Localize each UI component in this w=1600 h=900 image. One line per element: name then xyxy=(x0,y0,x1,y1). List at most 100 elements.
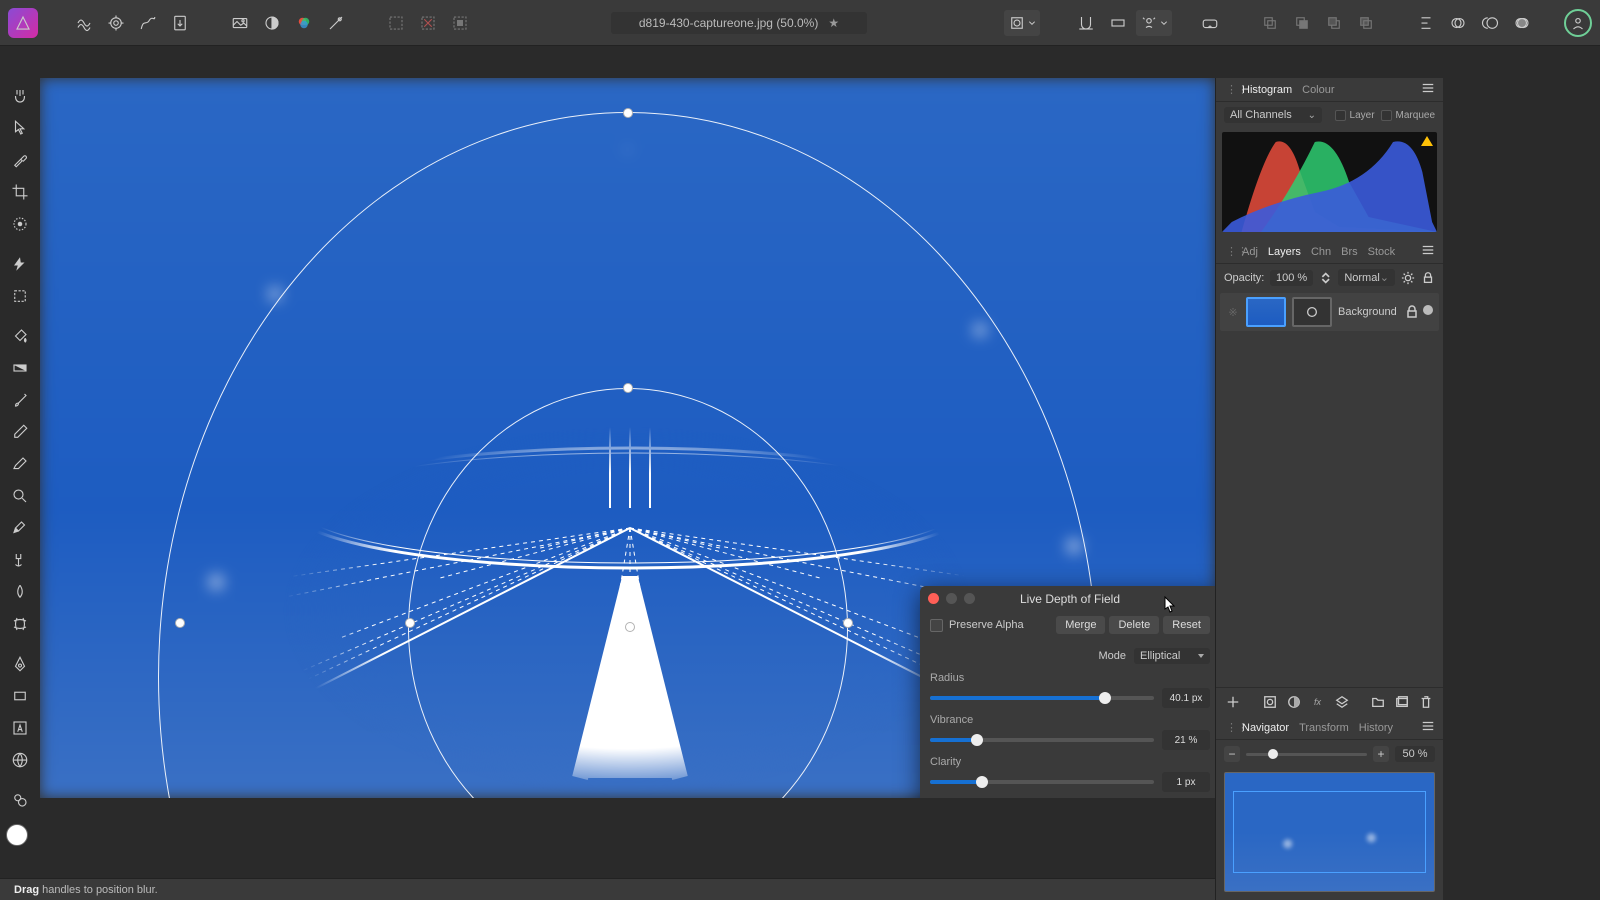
radius-slider[interactable] xyxy=(930,696,1154,700)
tab-stock[interactable]: Stock xyxy=(1368,246,1396,258)
layer-filter-thumb[interactable] xyxy=(1292,297,1332,327)
mesh-warp-tool-icon[interactable] xyxy=(5,612,35,636)
cog-icon[interactable] xyxy=(1401,271,1415,285)
panel-menu-icon[interactable] xyxy=(1421,81,1435,98)
crop-tool-icon[interactable] xyxy=(5,180,35,204)
pixel-tool-icon[interactable] xyxy=(5,420,35,444)
zoom-slider[interactable] xyxy=(1246,753,1367,756)
tab-histogram[interactable]: Histogram xyxy=(1242,84,1292,96)
gradient-tool-icon[interactable] xyxy=(5,356,35,380)
vibrance-value[interactable]: 21 % xyxy=(1162,730,1210,750)
mask-layer-icon[interactable] xyxy=(1261,693,1279,711)
adjustment-layer-icon[interactable] xyxy=(1285,693,1303,711)
clarity-value[interactable]: 1 px xyxy=(1162,772,1210,792)
preserve-alpha-checkbox[interactable] xyxy=(930,619,943,632)
view-tool-icon[interactable] xyxy=(5,84,35,108)
flood-fill-tool-icon[interactable] xyxy=(5,324,35,348)
tab-chn[interactable]: Chn xyxy=(1311,246,1331,258)
dodge-tool-icon[interactable] xyxy=(5,484,35,508)
layer-link-icon[interactable]: ※ xyxy=(1226,305,1240,319)
marquee-checkbox[interactable]: Marquee xyxy=(1381,110,1435,121)
tab-brs[interactable]: Brs xyxy=(1341,246,1358,258)
paint-brush-tool-icon[interactable] xyxy=(5,388,35,412)
layer-blend-select[interactable]: Normal xyxy=(1338,269,1395,286)
zoom-in-button[interactable]: + xyxy=(1373,746,1389,762)
pen-tool-icon[interactable] xyxy=(5,652,35,676)
tab-colour[interactable]: Colour xyxy=(1302,84,1334,96)
arrange-back-icon[interactable] xyxy=(1256,9,1284,37)
selection-brush-tool-icon[interactable] xyxy=(5,212,35,236)
colour-picker-tool-icon[interactable] xyxy=(5,148,35,172)
persona-export-icon[interactable] xyxy=(166,9,194,37)
tab-history[interactable]: History xyxy=(1359,722,1393,734)
force-pixel-alignment-icon[interactable] xyxy=(1104,9,1132,37)
tab-adj[interactable]: Adj xyxy=(1242,246,1258,258)
layer-checkbox[interactable]: Layer xyxy=(1335,110,1375,121)
quick-mask-button[interactable] xyxy=(1004,10,1040,36)
photo-stock-icon[interactable] xyxy=(226,9,254,37)
lock-icon[interactable] xyxy=(1421,271,1435,285)
add-layer-icon[interactable] xyxy=(1393,693,1411,711)
snapping-icon[interactable] xyxy=(1072,9,1100,37)
inpainting-tool-icon[interactable] xyxy=(5,548,35,572)
layer-visible-icon[interactable] xyxy=(1423,305,1433,315)
assistant-button[interactable] xyxy=(1136,10,1172,36)
move-tool-icon[interactable] xyxy=(5,116,35,140)
window-zoom-icon[interactable] xyxy=(964,593,975,604)
align-icon[interactable] xyxy=(1412,9,1440,37)
window-close-icon[interactable] xyxy=(928,593,939,604)
auto-scroll-icon[interactable] xyxy=(1224,693,1242,711)
clone-tool-icon[interactable] xyxy=(5,516,35,540)
window-minimise-icon[interactable] xyxy=(946,593,957,604)
navigator-view-rect[interactable] xyxy=(1233,791,1426,873)
boolean-sub-icon[interactable] xyxy=(1476,9,1504,37)
delete-layer-icon[interactable] xyxy=(1417,693,1435,711)
channels-select[interactable]: All Channels xyxy=(1224,107,1322,123)
selection-all-icon[interactable] xyxy=(382,9,410,37)
dof-dialog-titlebar[interactable]: Live Depth of Field xyxy=(920,586,1215,612)
panel-grip-icon[interactable]: ⋮⋮ xyxy=(1226,721,1232,734)
account-icon[interactable] xyxy=(1564,9,1592,37)
text-tool-icon[interactable] xyxy=(5,716,35,740)
boolean-intersect-icon[interactable] xyxy=(1508,9,1536,37)
mode-select[interactable]: Elliptical xyxy=(1134,648,1210,664)
selection-invert-icon[interactable] xyxy=(446,9,474,37)
tab-navigator[interactable]: Navigator xyxy=(1242,722,1289,734)
zoom-tool-icon[interactable] xyxy=(5,788,35,812)
panel-grip-icon[interactable]: ⋮⋮ xyxy=(1226,83,1232,96)
tab-layers[interactable]: Layers xyxy=(1268,246,1301,258)
zoom-value[interactable]: 50 % xyxy=(1395,746,1435,762)
panel-menu-icon[interactable] xyxy=(1421,719,1435,736)
live-filter-icon[interactable] xyxy=(1333,693,1351,711)
vr-icon[interactable] xyxy=(1196,9,1224,37)
fx-layer-icon[interactable]: fx xyxy=(1309,693,1327,711)
grid-tool-icon[interactable] xyxy=(5,748,35,772)
arrange-forward-icon[interactable] xyxy=(1320,9,1348,37)
colour-swatch[interactable] xyxy=(6,824,34,852)
flood-select-tool-icon[interactable] xyxy=(5,252,35,276)
group-icon[interactable] xyxy=(1369,693,1387,711)
rectangle-tool-icon[interactable] xyxy=(5,684,35,708)
auto-levels-icon[interactable] xyxy=(258,9,286,37)
arrange-backward-icon[interactable] xyxy=(1288,9,1316,37)
auto-white-balance-icon[interactable] xyxy=(322,9,350,37)
delete-button[interactable]: Delete xyxy=(1109,616,1159,634)
radius-value[interactable]: 40.1 px xyxy=(1162,688,1210,708)
layer-opacity-input[interactable]: 100 % xyxy=(1270,270,1313,286)
persona-develop-icon[interactable] xyxy=(102,9,130,37)
persona-liquify-icon[interactable] xyxy=(70,9,98,37)
vibrance-slider[interactable] xyxy=(930,738,1154,742)
layer-thumbnail[interactable] xyxy=(1246,297,1286,327)
erase-tool-icon[interactable] xyxy=(5,452,35,476)
selection-deselect-icon[interactable] xyxy=(414,9,442,37)
blur-tool-icon[interactable] xyxy=(5,580,35,604)
reset-button[interactable]: Reset xyxy=(1163,616,1210,634)
zoom-out-button[interactable]: − xyxy=(1224,746,1240,762)
auto-colours-icon[interactable] xyxy=(290,9,318,37)
clarity-slider[interactable] xyxy=(930,780,1154,784)
layer-row-background[interactable]: ※ Background xyxy=(1220,293,1439,331)
boolean-add-icon[interactable] xyxy=(1444,9,1472,37)
marquee-tool-icon[interactable] xyxy=(5,284,35,308)
app-logo-icon[interactable] xyxy=(8,8,38,38)
panel-grip-icon[interactable]: ⋮⋮ xyxy=(1226,245,1232,258)
